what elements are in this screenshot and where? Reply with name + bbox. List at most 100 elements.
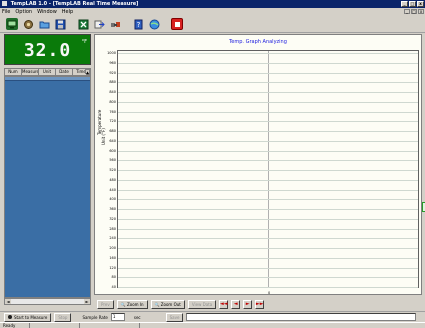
- exit-icon[interactable]: [171, 18, 183, 30]
- zoom-out-button[interactable]: 🔍 Zoom Out: [150, 300, 185, 309]
- menu-option[interactable]: Option: [15, 9, 32, 15]
- mdi-minimize-button[interactable]: _: [404, 9, 410, 14]
- maximize-button[interactable]: □: [409, 1, 416, 7]
- window-title: TempLAB 1.0 - [TempLAB Real Time Measure…: [10, 1, 139, 7]
- column-header-unit[interactable]: Unit: [39, 69, 56, 75]
- record-icon: [8, 315, 12, 319]
- window-title-bar: TempLAB 1.0 - [TempLAB Real Time Measure…: [0, 0, 425, 8]
- menu-help[interactable]: Help: [62, 9, 73, 15]
- file-path-field[interactable]: [186, 313, 417, 321]
- status-ready: Ready: [0, 323, 30, 328]
- sample-rate-field[interactable]: 1: [110, 313, 125, 321]
- toolbar-separator: [164, 18, 167, 30]
- horizontal-gridline: [118, 73, 418, 74]
- last-page-button[interactable]: ►►: [255, 300, 265, 309]
- mdi-close-button[interactable]: x: [418, 9, 424, 14]
- temperature-plot[interactable]: 0 1000 960 920 880 840 800 760 720 680 640 600 560 5…: [107, 50, 425, 295]
- menu-file[interactable]: File: [2, 9, 10, 15]
- horizontal-gridline: [118, 219, 418, 220]
- horizontal-scrollbar[interactable]: ◄ ►: [4, 298, 91, 305]
- scroll-right-arrow[interactable]: ►: [84, 299, 90, 304]
- time-gridline: [268, 51, 269, 287]
- y-tick-label: 440: [109, 188, 116, 192]
- first-page-button[interactable]: ◄◄: [219, 300, 229, 309]
- monitor-icon[interactable]: [6, 18, 18, 30]
- left-panel: 32.0 °F Num Measure Unit Date Time ▲ ◄ ►: [4, 34, 91, 306]
- open-icon[interactable]: [38, 18, 50, 30]
- status-panel-2: [30, 323, 80, 328]
- save-data-button[interactable]: Save: [165, 312, 184, 322]
- horizontal-gridline: [118, 141, 418, 142]
- horizontal-gridline: [118, 151, 418, 152]
- horizontal-gridline: [118, 277, 418, 278]
- help-icon[interactable]: ?: [132, 18, 144, 30]
- horizontal-gridline: [118, 63, 418, 64]
- horizontal-gridline: [118, 229, 418, 230]
- horizontal-gridline: [118, 199, 418, 200]
- y-tick-label: 520: [109, 168, 116, 172]
- toolbar-separator: [125, 18, 128, 30]
- menu-bar: File Option Window Help: [0, 8, 425, 16]
- data-table-body[interactable]: [4, 76, 91, 298]
- sample-rate-unit: sec: [133, 314, 141, 320]
- export-icon[interactable]: [93, 18, 105, 30]
- y-tick-label: 920: [109, 71, 116, 75]
- status-panel-3: [80, 323, 140, 328]
- y-tick-label: 280: [109, 227, 116, 231]
- zoom-in-label: Zoom In: [127, 302, 144, 307]
- horizontal-gridline: [118, 268, 418, 269]
- settings-icon[interactable]: [22, 18, 34, 30]
- y-tick-label: 360: [109, 207, 116, 211]
- horizontal-gridline: [118, 258, 418, 259]
- minimize-button[interactable]: _: [401, 1, 408, 7]
- horizontal-gridline: [118, 287, 418, 288]
- temperature-display: 32.0 °F: [4, 34, 91, 65]
- horizontal-gridline: [118, 209, 418, 210]
- save-icon[interactable]: [54, 18, 66, 30]
- y-tick-label: 240: [109, 236, 116, 240]
- y-tick-label: 400: [109, 197, 116, 201]
- globe-icon[interactable]: [148, 18, 160, 30]
- scroll-left-arrow[interactable]: ◄: [5, 299, 11, 304]
- connect-icon[interactable]: [109, 18, 121, 30]
- toolbar-separator: [70, 18, 73, 30]
- y-tick-label: 760: [109, 110, 116, 114]
- start-measure-label: Start to Measure: [14, 314, 48, 320]
- previous-page-button[interactable]: ◄: [231, 300, 241, 309]
- start-measure-button[interactable]: Start to Measure: [4, 312, 52, 322]
- y-tick-label: 320: [109, 217, 116, 221]
- zoom-in-button[interactable]: 🔍 Zoom In: [116, 300, 148, 309]
- horizontal-gridline: [118, 112, 418, 113]
- y-tick-label: 200: [109, 246, 116, 250]
- column-header-date[interactable]: Date: [56, 69, 73, 75]
- prev-button[interactable]: Prev: [97, 300, 114, 309]
- column-header-measure[interactable]: Measure: [22, 69, 39, 75]
- y-tick-label: 120: [109, 266, 116, 270]
- stop-button[interactable]: Stop: [54, 312, 72, 322]
- y-tick-label: 40: [111, 285, 116, 289]
- table-row[interactable]: [5, 77, 90, 81]
- chart-title: Temp. Graph Analyzing: [229, 39, 287, 45]
- next-page-button[interactable]: ►: [243, 300, 253, 309]
- data-table-header: Num Measure Unit Date Time: [4, 68, 91, 76]
- mdi-restore-button[interactable]: □: [411, 9, 417, 14]
- svg-text:?: ?: [136, 21, 140, 29]
- sample-rate-label: Sample Rate: [82, 314, 108, 320]
- excel-icon[interactable]: [77, 18, 89, 30]
- temperature-value: 32.0: [23, 40, 72, 61]
- horizontal-gridline: [118, 160, 418, 161]
- horizontal-gridline: [118, 238, 418, 239]
- y-tick-label: 160: [109, 256, 116, 260]
- y-tick-label: 80: [111, 275, 116, 279]
- close-button[interactable]: x: [417, 1, 424, 7]
- scroll-up-arrow[interactable]: ▲: [85, 69, 90, 75]
- horizontal-gridline: [118, 248, 418, 249]
- status-bar: Ready: [0, 322, 425, 328]
- horizontal-gridline: [118, 131, 418, 132]
- horizontal-gridline: [118, 82, 418, 83]
- menu-window[interactable]: Window: [37, 9, 57, 15]
- x-tick-label: 0: [268, 291, 271, 295]
- column-header-num[interactable]: Num: [5, 69, 22, 75]
- horizontal-gridline: [118, 53, 418, 54]
- view-data-button[interactable]: View Data: [187, 300, 217, 309]
